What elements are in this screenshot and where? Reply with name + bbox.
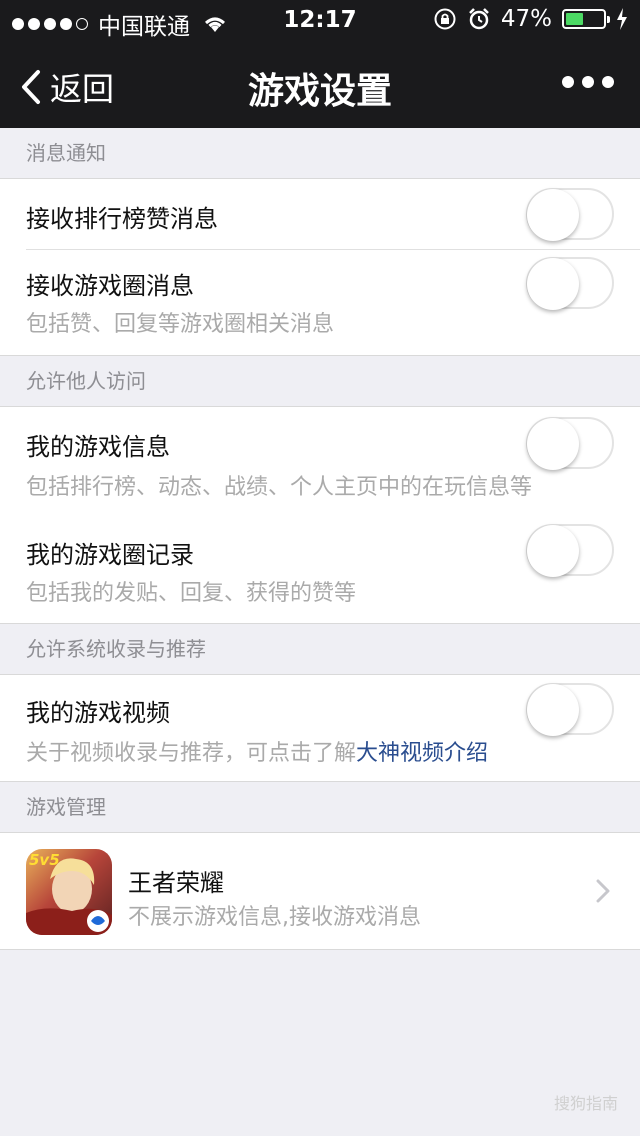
- setting-row-ranking-likes: 接收排行榜赞消息: [0, 179, 640, 249]
- visitors-group: 我的游戏信息 包括排行榜、动态、战绩、个人主页中的在玩信息等 我的游戏圈记录 包…: [0, 406, 640, 624]
- setting-title: 我的游戏视频: [26, 699, 170, 727]
- setting-subtitle: 包括我的发贴、回复、获得的赞等: [26, 581, 357, 606]
- page-title: 游戏设置: [247, 71, 392, 112]
- master-video-intro-link[interactable]: 大神视频介绍: [356, 741, 488, 766]
- chevron-right-icon: [596, 879, 610, 903]
- more-options-button[interactable]: [562, 76, 614, 88]
- toggle-game-video[interactable]: [526, 683, 614, 736]
- more-dot-icon: [602, 76, 614, 88]
- status-bar: 中国联通 12:17 47%: [0, 0, 640, 40]
- setting-title: 接收游戏圈消息: [26, 272, 194, 300]
- setting-row-game-circle-records: 我的游戏圈记录 包括我的发贴、回复、获得的赞等: [0, 515, 640, 623]
- game-badge: 5v5: [29, 851, 60, 869]
- section-header-notifications: 消息通知: [26, 141, 106, 165]
- setting-row-game-info: 我的游戏信息 包括排行榜、动态、战绩、个人主页中的在玩信息等: [0, 407, 640, 515]
- setting-title: 我的游戏圈记录: [26, 541, 194, 569]
- section-header-games: 游戏管理: [26, 795, 106, 819]
- more-dot-icon: [582, 76, 594, 88]
- toggle-game-circle-messages[interactable]: [526, 257, 614, 310]
- battery-percent: 47%: [500, 6, 552, 32]
- setting-subtitle: 包括排行榜、动态、战绩、个人主页中的在玩信息等: [26, 475, 533, 500]
- game-app-icon: 5v5: [26, 849, 112, 935]
- toggle-game-info[interactable]: [526, 417, 614, 470]
- section-header-visitors: 允许他人访问: [26, 369, 146, 393]
- system-group: 我的游戏视频 关于视频收录与推荐，可点击了解大神视频介绍: [0, 674, 640, 782]
- setting-title: 我的游戏信息: [26, 433, 170, 461]
- notifications-group: 接收排行榜赞消息 接收游戏圈消息 包括赞、回复等游戏圈相关消息: [0, 178, 640, 356]
- game-subtitle: 不展示游戏信息,接收游戏消息: [128, 905, 421, 930]
- toggle-game-circle-records[interactable]: [526, 524, 614, 577]
- watermark: 搜狗指南: [553, 1094, 618, 1113]
- setting-subtitle-text: 关于视频收录与推荐，可点击了解: [26, 741, 357, 766]
- setting-row-game-circle-messages: 接收游戏圈消息 包括赞、回复等游戏圈相关消息: [0, 250, 640, 356]
- setting-subtitle: 关于视频收录与推荐，可点击了解大神视频介绍: [26, 735, 488, 767]
- setting-subtitle: 包括赞、回复等游戏圈相关消息: [26, 312, 335, 337]
- rotation-lock-icon: [434, 8, 456, 30]
- alarm-icon: [468, 8, 489, 30]
- games-group: 5v5 王者荣耀 不展示游戏信息,接收游戏消息: [0, 832, 640, 950]
- toggle-ranking-likes[interactable]: [526, 188, 614, 241]
- game-name: 王者荣耀: [128, 869, 224, 897]
- setting-row-game-video: 我的游戏视频 关于视频收录与推荐，可点击了解大神视频介绍: [0, 675, 640, 781]
- charging-icon: [617, 8, 627, 30]
- navigation-bar: 返回 游戏设置: [0, 40, 640, 128]
- setting-title: 接收排行榜赞消息: [26, 205, 218, 233]
- section-header-system: 允许系统收录与推荐: [26, 637, 206, 661]
- game-row-honor-of-kings[interactable]: 5v5 王者荣耀 不展示游戏信息,接收游戏消息: [0, 833, 640, 949]
- more-dot-icon: [562, 76, 574, 88]
- battery-icon: [562, 9, 610, 29]
